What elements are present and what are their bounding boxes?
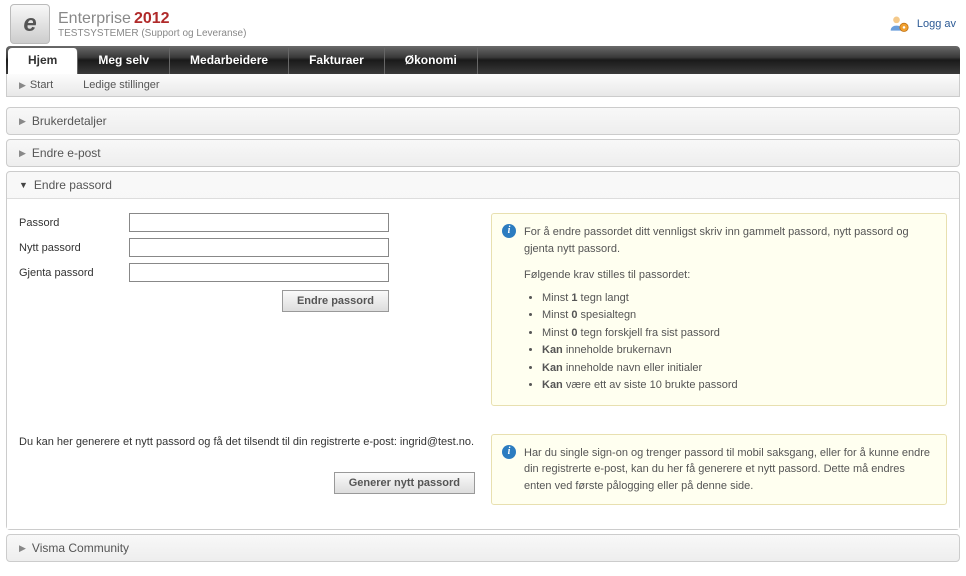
panel-visma-community: ▶Visma Community bbox=[6, 534, 960, 562]
generate-description: Du kan her generere et nytt passord og f… bbox=[19, 434, 475, 451]
generer-passord-button[interactable]: Generer nytt passord bbox=[334, 472, 475, 494]
panel-header-endre-epost[interactable]: ▶Endre e-post bbox=[7, 140, 959, 166]
brand-year: 2012 bbox=[134, 10, 170, 27]
panel-header-brukerdetaljer[interactable]: ▶Brukerdetaljer bbox=[7, 108, 959, 134]
chevron-right-icon: ▶ bbox=[19, 543, 26, 554]
info-password-rules: i For å endre passordet ditt vennligst s… bbox=[491, 213, 947, 406]
panel-header-visma-community[interactable]: ▶Visma Community bbox=[7, 535, 959, 561]
subnav-ledige-stillinger[interactable]: Ledige stillinger bbox=[83, 79, 159, 91]
panel-brukerdetaljer: ▶Brukerdetaljer bbox=[6, 107, 960, 135]
sub-nav: ▶Start Ledige stillinger bbox=[6, 74, 960, 97]
input-gjenta-passord[interactable] bbox=[129, 263, 389, 282]
label-passord: Passord bbox=[19, 217, 129, 229]
brand-area: e Enterprise 2012 TESTSYSTEMER (Support … bbox=[10, 4, 246, 44]
panel-endre-epost: ▶Endre e-post bbox=[6, 139, 960, 167]
subnav-start[interactable]: ▶Start bbox=[19, 79, 53, 91]
tab-meg-selv[interactable]: Meg selv bbox=[78, 46, 170, 74]
info-icon: i bbox=[502, 224, 516, 238]
label-nytt-passord: Nytt passord bbox=[19, 242, 129, 254]
logoff-link[interactable]: Logg av bbox=[917, 18, 956, 30]
tab-medarbeidere[interactable]: Medarbeidere bbox=[170, 46, 289, 74]
tab-fakturaer[interactable]: Fakturaer bbox=[289, 46, 385, 74]
endre-passord-button[interactable]: Endre passord bbox=[282, 290, 389, 312]
user-settings-icon bbox=[889, 14, 909, 34]
tab-okonomi[interactable]: Økonomi bbox=[385, 46, 478, 74]
brand-subtitle: TESTSYSTEMER (Support og Leveranse) bbox=[58, 28, 246, 39]
chevron-right-icon: ▶ bbox=[19, 148, 26, 159]
chevron-down-icon: ▼ bbox=[19, 180, 28, 190]
brand-name: Enterprise bbox=[58, 10, 131, 27]
input-passord[interactable] bbox=[129, 213, 389, 232]
panel-endre-passord: ▼Endre passord Passord Nytt passord Gjen… bbox=[6, 171, 960, 530]
app-header: e Enterprise 2012 TESTSYSTEMER (Support … bbox=[0, 0, 966, 46]
info-icon: i bbox=[502, 445, 516, 459]
label-gjenta-passord: Gjenta passord bbox=[19, 267, 129, 279]
chevron-right-icon: ▶ bbox=[19, 80, 26, 91]
chevron-right-icon: ▶ bbox=[19, 116, 26, 127]
tab-hjem[interactable]: Hjem bbox=[8, 48, 78, 74]
panel-header-endre-passord[interactable]: ▼Endre passord bbox=[7, 172, 959, 198]
password-rules-list: Minst 1 tegn langt Minst 0 spesialtegn M… bbox=[542, 290, 934, 394]
main-tabs: Hjem Meg selv Medarbeidere Fakturaer Øko… bbox=[6, 46, 960, 74]
input-nytt-passord[interactable] bbox=[129, 238, 389, 257]
info-sso: i Har du single sign-on og trenger passo… bbox=[491, 434, 947, 506]
logo-icon: e bbox=[10, 4, 50, 44]
